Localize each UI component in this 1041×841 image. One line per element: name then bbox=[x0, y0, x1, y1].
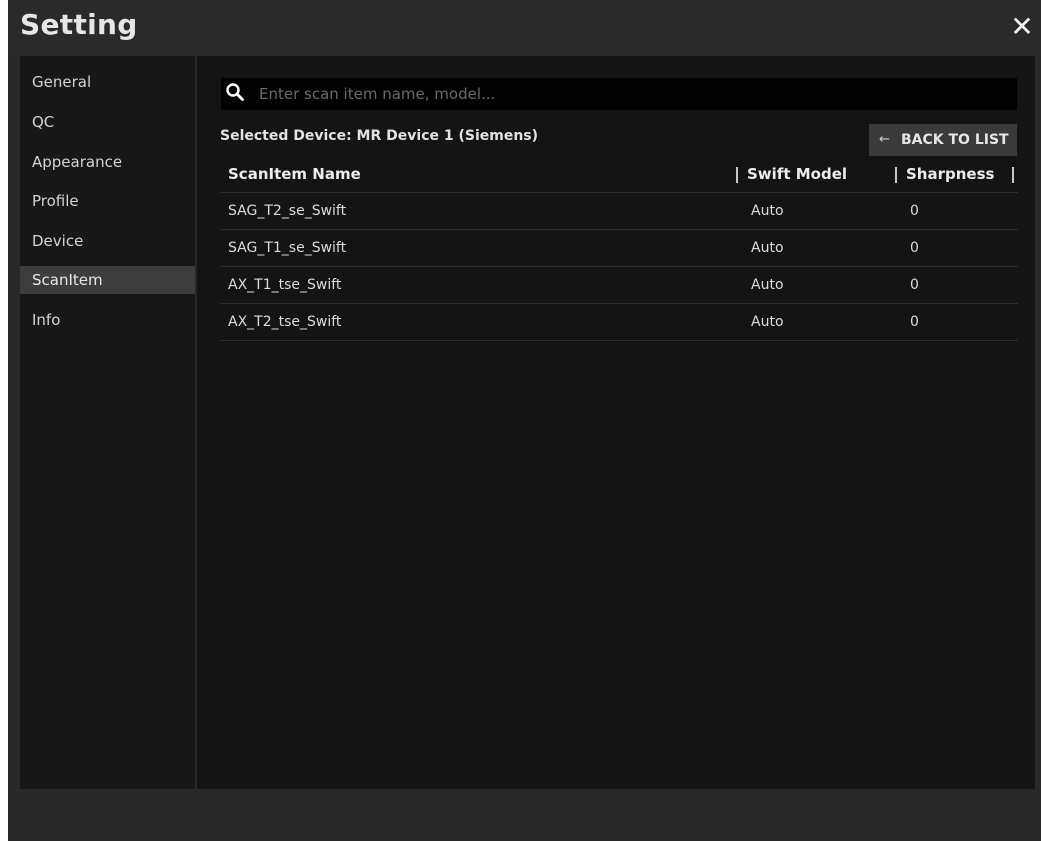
swift-model-cell: Auto bbox=[751, 314, 784, 330]
scanitem-name-cell: SAG_T1_se_Swift bbox=[228, 240, 347, 256]
settings-window: Setting ✕ General QC Appearance Profile … bbox=[8, 0, 1041, 841]
sidebar-item-qc[interactable]: QC bbox=[20, 108, 195, 136]
title-bar: Setting ✕ bbox=[8, 0, 1041, 56]
sharpness-cell: 0 bbox=[910, 240, 919, 256]
table-row[interactable]: SAG_T2_se_Swift Auto 0 bbox=[220, 193, 1018, 230]
sharpness-cell: 0 bbox=[910, 314, 919, 330]
table-row[interactable]: AX_T2_tse_Swift Auto 0 bbox=[220, 304, 1018, 341]
column-separator[interactable] bbox=[736, 167, 738, 183]
column-header-sharpness[interactable]: Sharpness bbox=[906, 156, 994, 192]
sharpness-cell: 0 bbox=[910, 203, 919, 219]
sidebar-item-scanitem[interactable]: ScanItem bbox=[20, 266, 195, 294]
sidebar-item-appearance[interactable]: Appearance bbox=[20, 148, 195, 176]
sharpness-cell: 0 bbox=[910, 277, 919, 293]
scanitem-name-cell: AX_T1_tse_Swift bbox=[228, 277, 342, 293]
close-button[interactable]: ✕ bbox=[1007, 10, 1037, 44]
table-header: ScanItem Name Swift Model Sharpness bbox=[220, 156, 1018, 193]
swift-model-cell: Auto bbox=[751, 277, 784, 293]
scanitem-panel: Selected Device: MR Device 1 (Siemens) ←… bbox=[197, 56, 1035, 789]
swift-model-cell: Auto bbox=[751, 240, 784, 256]
back-to-list-label: BACK TO LIST bbox=[901, 132, 1009, 148]
scanitem-name-cell: AX_T2_tse_Swift bbox=[228, 314, 342, 330]
search-input[interactable] bbox=[259, 78, 999, 110]
sidebar-item-device[interactable]: Device bbox=[20, 227, 195, 255]
column-separator[interactable] bbox=[895, 167, 897, 183]
arrow-left-icon: ← bbox=[879, 132, 890, 147]
sidebar-item-general[interactable]: General bbox=[20, 68, 195, 96]
scanitem-name-cell: SAG_T2_se_Swift bbox=[228, 203, 347, 219]
scanitem-table: ScanItem Name Swift Model Sharpness SAG_… bbox=[220, 156, 1018, 341]
window-title: Setting bbox=[20, 8, 138, 41]
selected-device-label: Selected Device: MR Device 1 (Siemens) bbox=[220, 128, 539, 144]
column-header-swift-model[interactable]: Swift Model bbox=[747, 156, 847, 192]
sidebar-item-info[interactable]: Info bbox=[20, 306, 195, 334]
table-row[interactable]: AX_T1_tse_Swift Auto 0 bbox=[220, 267, 1018, 304]
sidebar-item-profile[interactable]: Profile bbox=[20, 187, 195, 215]
search-bar bbox=[221, 78, 1017, 110]
search-icon[interactable] bbox=[225, 82, 245, 102]
swift-model-cell: Auto bbox=[751, 203, 784, 219]
column-header-scanitem-name[interactable]: ScanItem Name bbox=[228, 156, 361, 192]
back-to-list-button[interactable]: ← BACK TO LIST bbox=[869, 124, 1017, 156]
column-separator[interactable] bbox=[1012, 167, 1014, 183]
sidebar: General QC Appearance Profile Device Sca… bbox=[20, 56, 195, 789]
table-row[interactable]: SAG_T1_se_Swift Auto 0 bbox=[220, 230, 1018, 267]
